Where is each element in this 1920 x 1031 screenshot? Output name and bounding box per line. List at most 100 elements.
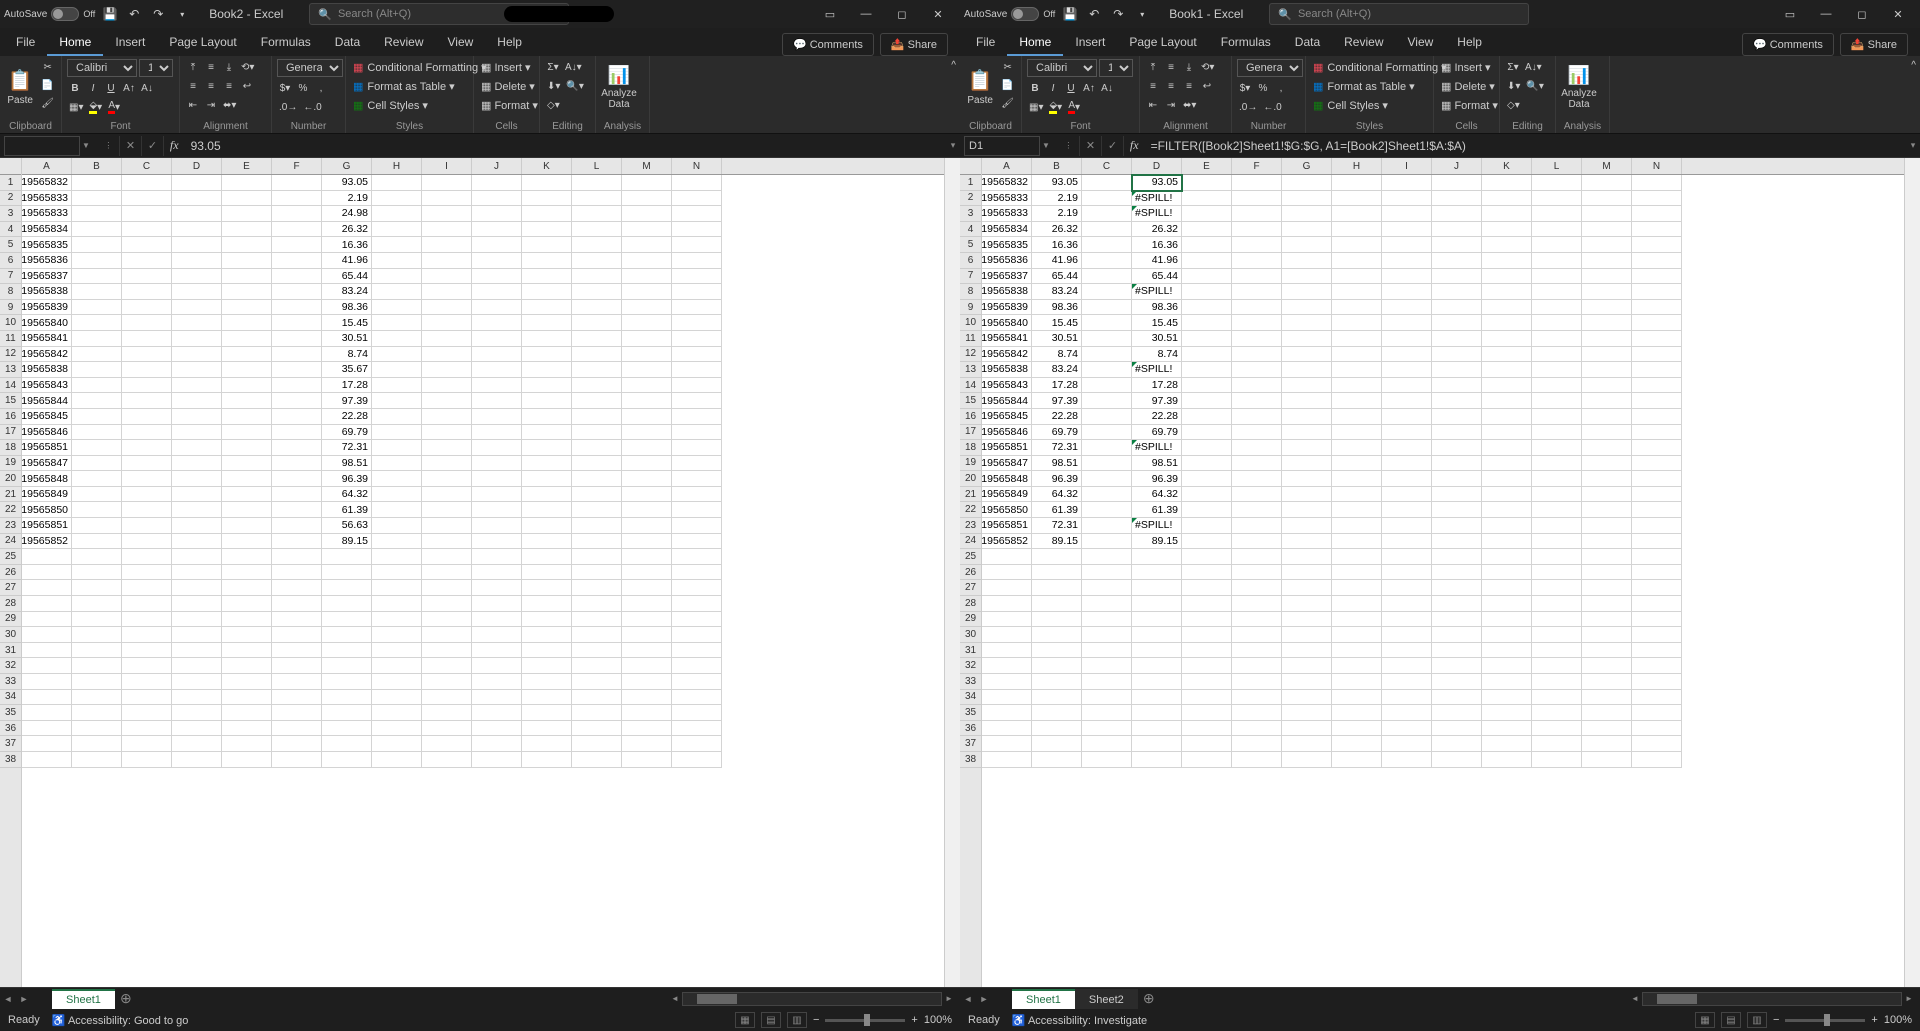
cell-K14[interactable] <box>1482 378 1532 394</box>
cell-M9[interactable] <box>1582 300 1632 316</box>
cell-G26[interactable] <box>1282 565 1332 581</box>
cell-I32[interactable] <box>422 658 472 674</box>
cell-D36[interactable] <box>172 721 222 737</box>
cell-J12[interactable] <box>472 347 522 363</box>
col-header[interactable]: N <box>1632 158 1682 174</box>
cell-N5[interactable] <box>672 237 722 253</box>
cell-K31[interactable] <box>1482 643 1532 659</box>
cell-B17[interactable]: 69.79 <box>1032 425 1082 441</box>
cell-C21[interactable] <box>122 487 172 503</box>
cell-K32[interactable] <box>1482 658 1532 674</box>
cell-G6[interactable] <box>1282 253 1332 269</box>
cell-A19[interactable]: 19565847 <box>22 456 72 472</box>
cell-N25[interactable] <box>672 549 722 565</box>
cell-M37[interactable] <box>1582 736 1632 752</box>
cell-M4[interactable] <box>622 222 672 238</box>
cell-H38[interactable] <box>1332 752 1382 768</box>
cell-A19[interactable]: 19565847 <box>982 456 1032 472</box>
qat-dropdown[interactable]: ▾ <box>173 5 191 23</box>
cell-F15[interactable] <box>1232 393 1282 409</box>
number-format-select[interactable]: General <box>1237 59 1303 77</box>
cell-D4[interactable]: 26.32 <box>1132 222 1182 238</box>
cell-B12[interactable] <box>72 347 122 363</box>
cell-D11[interactable]: 30.51 <box>1132 331 1182 347</box>
cell-C18[interactable] <box>1082 440 1132 456</box>
cell-M36[interactable] <box>1582 721 1632 737</box>
cell-N30[interactable] <box>1632 627 1682 643</box>
cell-I3[interactable] <box>422 206 472 222</box>
cell-B16[interactable] <box>72 409 122 425</box>
cell-F5[interactable] <box>1232 237 1282 253</box>
tab-insert[interactable]: Insert <box>1063 30 1117 56</box>
cell-H2[interactable] <box>372 191 422 207</box>
cell-E21[interactable] <box>1182 487 1232 503</box>
undo-icon[interactable]: ↶ <box>1085 5 1103 23</box>
row-header[interactable]: 32 <box>0 658 21 674</box>
cell-M38[interactable] <box>622 752 672 768</box>
cell-A4[interactable]: 19565834 <box>22 222 72 238</box>
cell-M36[interactable] <box>622 721 672 737</box>
cell-I31[interactable] <box>1382 643 1432 659</box>
orientation-icon[interactable]: ⟲▾ <box>239 59 256 75</box>
cell-N25[interactable] <box>1632 549 1682 565</box>
cell-L11[interactable] <box>572 331 622 347</box>
horizontal-scrollbar[interactable] <box>682 992 942 1006</box>
cell-B36[interactable] <box>72 721 122 737</box>
cell-H12[interactable] <box>1332 347 1382 363</box>
cell-B21[interactable]: 64.32 <box>1032 487 1082 503</box>
row-header[interactable]: 34 <box>960 690 981 706</box>
cell-F9[interactable] <box>1232 300 1282 316</box>
cell-M35[interactable] <box>1582 705 1632 721</box>
cell-B34[interactable] <box>72 690 122 706</box>
align-center-icon[interactable]: ≡ <box>1163 78 1179 94</box>
cell-N33[interactable] <box>1632 674 1682 690</box>
cell-A25[interactable] <box>22 549 72 565</box>
cell-G38[interactable] <box>322 752 372 768</box>
cell-M24[interactable] <box>1582 534 1632 550</box>
cell-L30[interactable] <box>572 627 622 643</box>
cell-G4[interactable] <box>1282 222 1332 238</box>
cancel-formula-icon[interactable]: ✕ <box>1080 136 1102 156</box>
cell-J23[interactable] <box>1432 518 1482 534</box>
cell-I30[interactable] <box>1382 627 1432 643</box>
row-header[interactable]: 9 <box>960 300 981 316</box>
cell-B17[interactable] <box>72 425 122 441</box>
cell-K21[interactable] <box>522 487 572 503</box>
qat-dropdown[interactable]: ▾ <box>1133 5 1151 23</box>
cell-N2[interactable] <box>1632 191 1682 207</box>
cell-M15[interactable] <box>1582 393 1632 409</box>
cell-F12[interactable] <box>1232 347 1282 363</box>
cell-G3[interactable] <box>1282 206 1332 222</box>
cell-D15[interactable] <box>172 393 222 409</box>
cell-J29[interactable] <box>1432 612 1482 628</box>
italic-button[interactable]: I <box>85 80 101 96</box>
cell-D15[interactable]: 97.39 <box>1132 393 1182 409</box>
cell-A11[interactable]: 19565841 <box>982 331 1032 347</box>
cell-A27[interactable] <box>22 580 72 596</box>
cell-M17[interactable] <box>622 425 672 441</box>
cell-F13[interactable] <box>1232 362 1282 378</box>
cell-F13[interactable] <box>272 362 322 378</box>
cell-M32[interactable] <box>1582 658 1632 674</box>
cells-area[interactable]: 1956583293.05195658332.191956583324.9819… <box>22 175 944 768</box>
wrap-text-icon[interactable]: ↩ <box>239 78 255 94</box>
accept-formula-icon[interactable]: ✓ <box>142 136 164 156</box>
cell-A24[interactable]: 19565852 <box>22 534 72 550</box>
cell-C14[interactable] <box>1082 378 1132 394</box>
row-header[interactable]: 37 <box>960 736 981 752</box>
cell-F28[interactable] <box>1232 596 1282 612</box>
cell-H20[interactable] <box>1332 471 1382 487</box>
cell-I35[interactable] <box>422 705 472 721</box>
cell-B29[interactable] <box>1032 612 1082 628</box>
cell-C25[interactable] <box>122 549 172 565</box>
cell-J37[interactable] <box>472 736 522 752</box>
cell-G13[interactable] <box>1282 362 1332 378</box>
cell-A6[interactable]: 19565836 <box>22 253 72 269</box>
cell-H32[interactable] <box>1332 658 1382 674</box>
cell-N18[interactable] <box>672 440 722 456</box>
cell-G23[interactable] <box>1282 518 1332 534</box>
cell-F23[interactable] <box>272 518 322 534</box>
cell-E7[interactable] <box>222 269 272 285</box>
collapse-ribbon-icon[interactable]: ^ <box>1911 60 1916 71</box>
spreadsheet-grid[interactable]: 1234567891011121314151617181920212223242… <box>960 158 1920 987</box>
